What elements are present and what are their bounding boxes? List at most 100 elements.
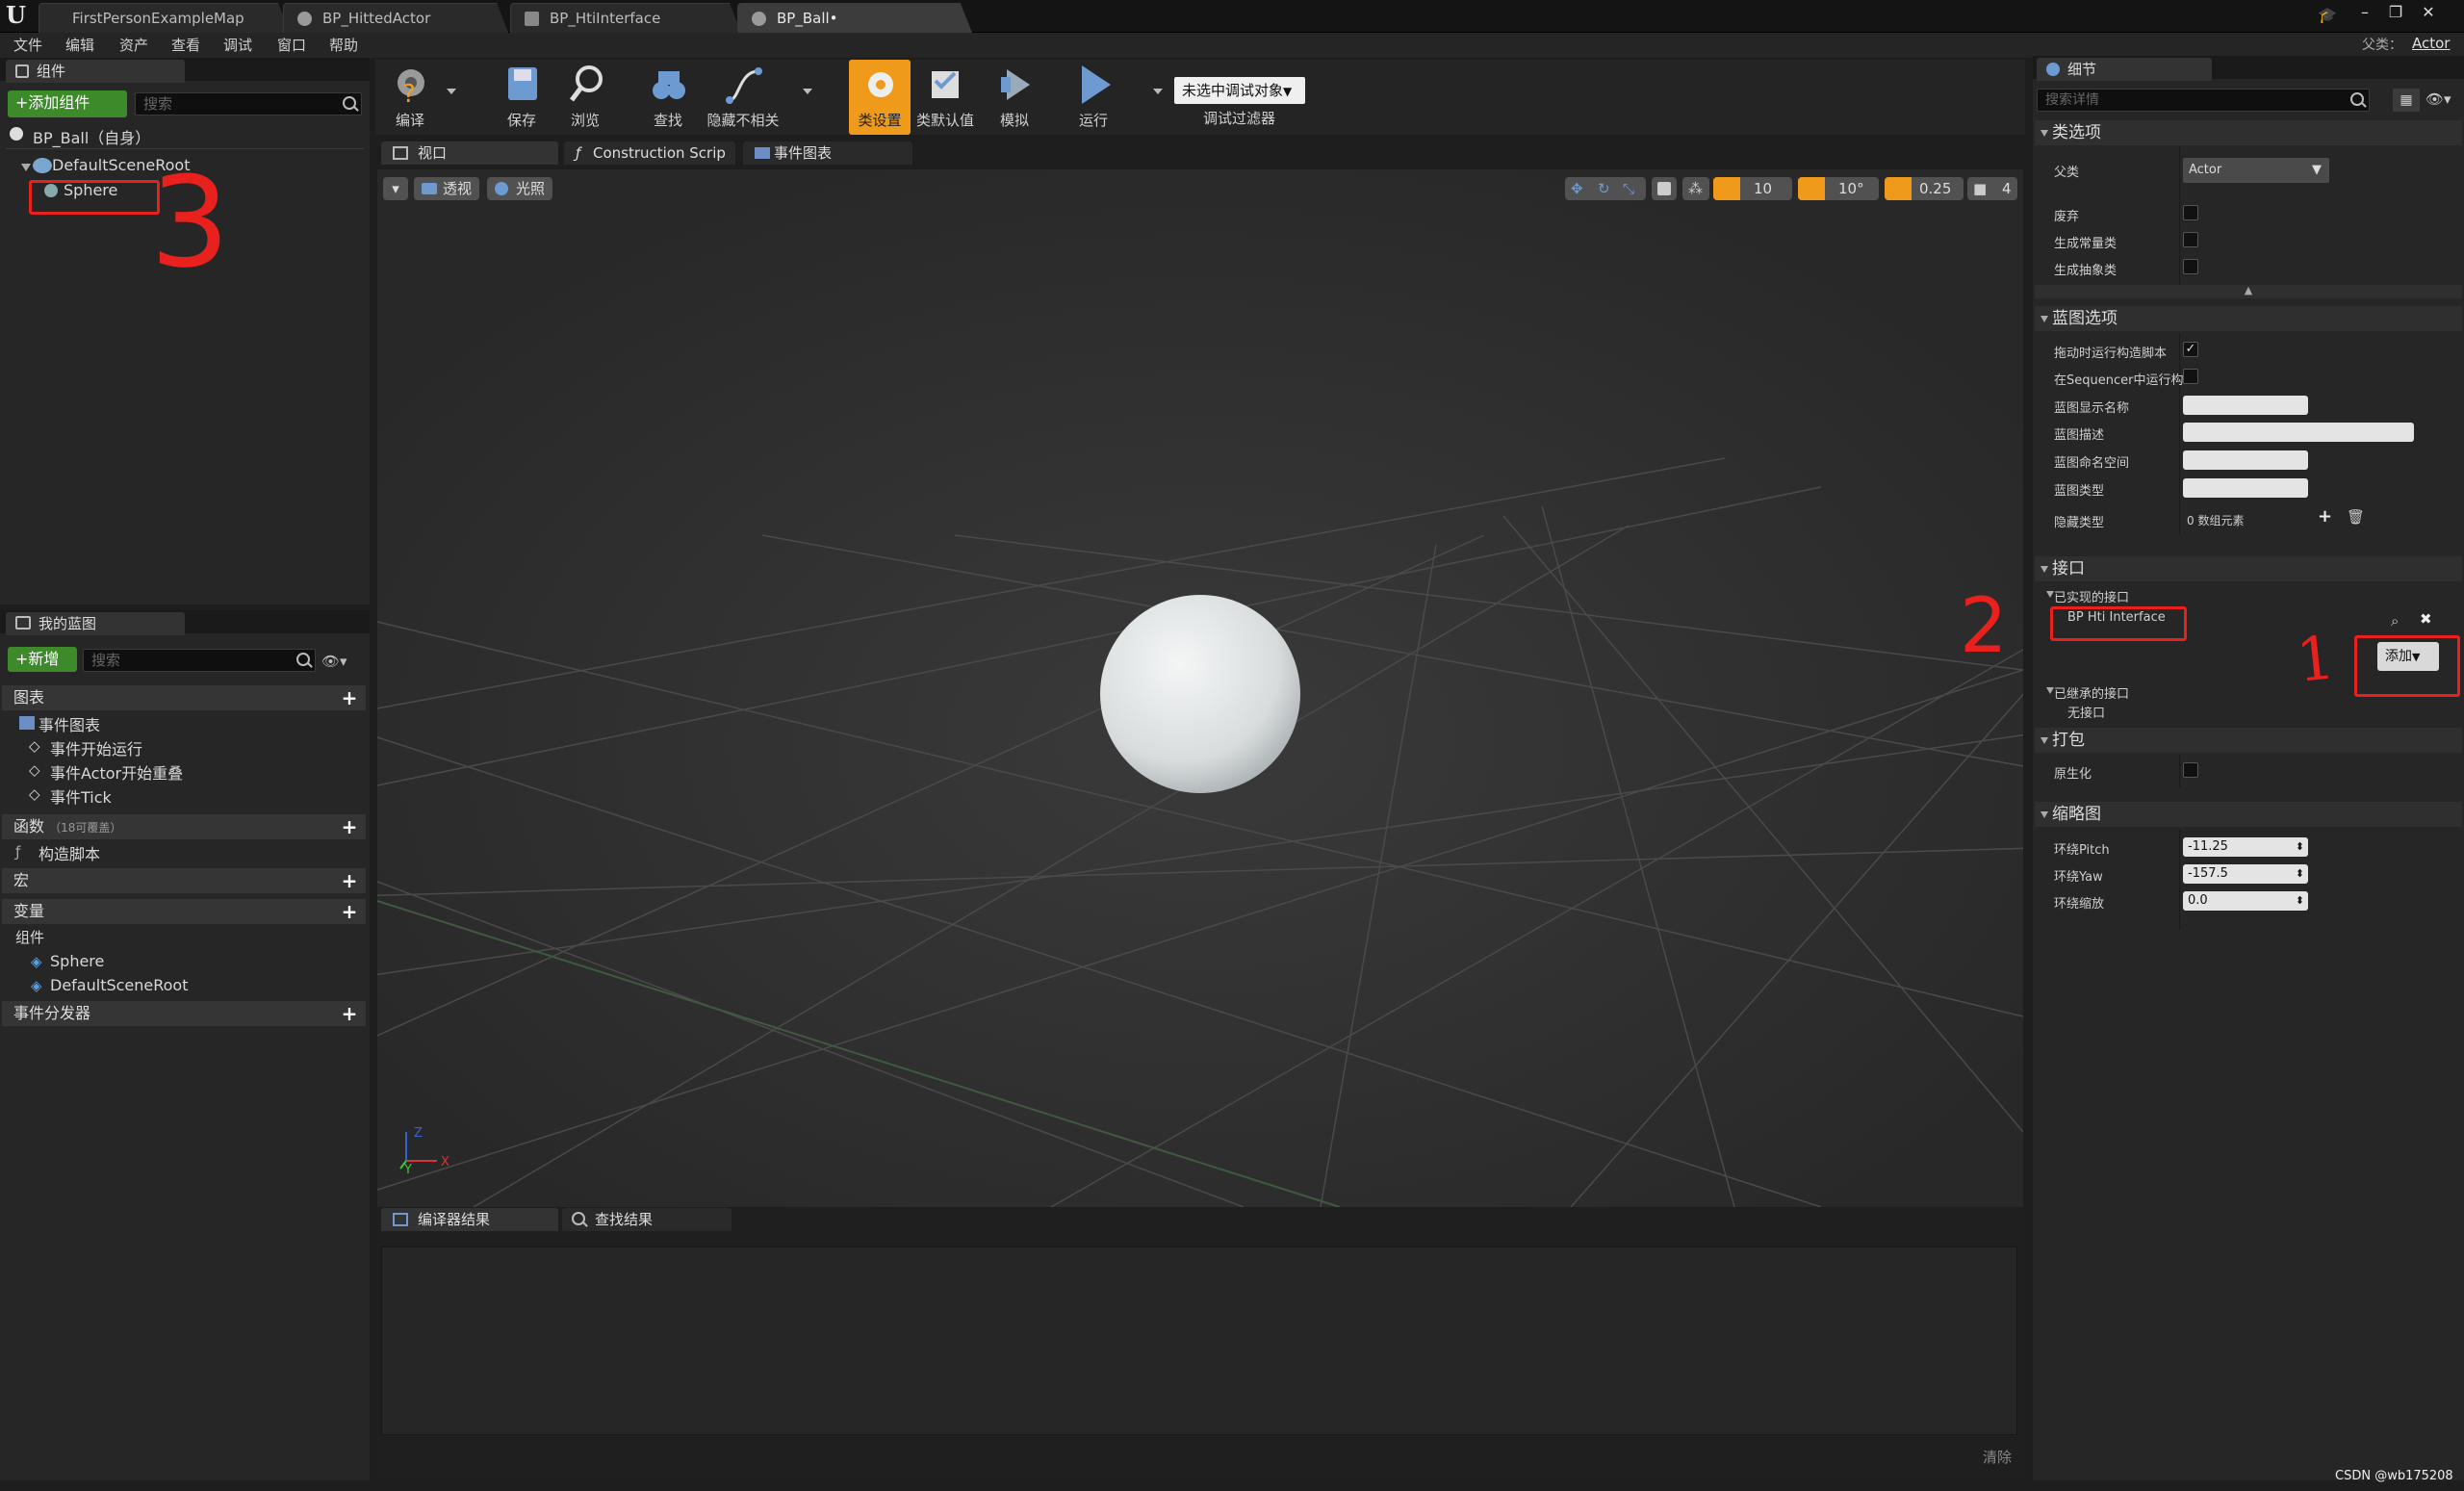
event-dispatchers-section[interactable]: 事件分发器 + [2,1001,366,1026]
expand-arrow-icon[interactable] [21,164,31,171]
event-actor-begin-overlap[interactable]: 事件Actor开始重叠 [50,760,183,784]
class-defaults-button[interactable]: 类默认值 [914,60,976,135]
remove-interface-icon[interactable]: ✖ [2420,610,2432,628]
perspective-button[interactable]: 透视 [414,177,479,200]
tab-details[interactable]: 细节 [2037,58,2212,81]
debug-object-dropdown[interactable]: 未选中调试对象▼ [1174,77,1305,104]
advanced-collapse-icon[interactable]: ▲ [2035,285,2462,298]
tab-event-graph[interactable]: 事件图表 [743,141,912,165]
macros-section[interactable]: 宏 + [2,868,366,893]
class-options-section[interactable]: 类选项 [2035,120,2462,145]
tab-first-person-map[interactable]: FirstPersonExampleMap [38,3,291,33]
add-macro-icon[interactable]: + [341,871,358,890]
graduation-cap-icon[interactable]: 🎓 [2318,6,2337,24]
add-component-button[interactable]: +添加组件 [8,90,127,117]
compile-dropdown-icon[interactable] [447,89,456,94]
tab-construction-script[interactable]: ƒ Construction Scrip [564,141,735,165]
nativize-checkbox[interactable] [2183,762,2198,778]
bp-namespace-input[interactable] [2183,450,2308,470]
rotation-snap-control[interactable]: 10° [1798,177,1879,200]
generate-abstract-checkbox[interactable] [2183,259,2198,274]
expand-arrow-icon[interactable] [2046,687,2054,694]
simulate-button[interactable]: 模拟 [984,60,1045,135]
run-construction-checkbox[interactable]: ✓ [2183,342,2198,357]
spin-arrows-icon[interactable]: ⬍ [2296,837,2304,857]
grid-snap-control[interactable]: 10 [1713,177,1792,200]
variables-section[interactable]: 变量 + [2,899,366,924]
run-in-sequencer-checkbox[interactable] [2183,369,2198,384]
tab-bp-hti-interface[interactable]: BP_HtiInterface [510,3,741,33]
find-button[interactable]: 查找 [637,60,699,135]
functions-section[interactable]: 函数 （18可覆盖） + [2,814,366,839]
self-root-label[interactable]: BP_Ball（自身） [33,125,150,148]
clear-button[interactable]: 清除 [1983,1447,2012,1467]
add-function-icon[interactable]: + [341,817,358,836]
grid-snap-icon[interactable] [1713,177,1740,200]
bp-type-input[interactable] [2183,478,2308,498]
lit-button[interactable]: 光照 [487,177,552,200]
graphs-section[interactable]: 图表 + [2,685,366,710]
add-graph-icon[interactable]: + [341,688,358,707]
add-dispatcher-icon[interactable]: + [341,1004,358,1023]
eye-icon[interactable]: 👁▾ [321,653,358,670]
play-dropdown-icon[interactable] [1153,89,1163,94]
world-local-toggle[interactable] [1652,177,1677,200]
close-icon[interactable]: ✕ [2416,2,2441,23]
menu-view[interactable]: 查看 [171,35,200,55]
blueprint-search-input[interactable]: 搜索 [83,649,316,672]
rotate-icon[interactable]: ↻ [1598,177,1610,200]
orbit-yaw-input[interactable]: -157.5 ⬍ [2183,864,2308,884]
menu-asset[interactable]: 资产 [119,35,148,55]
bp-description-input[interactable] [2183,423,2414,442]
rotation-snap-icon[interactable] [1798,177,1825,200]
add-element-icon[interactable]: + [2318,506,2332,527]
tab-viewport[interactable]: 视口 [381,141,558,165]
event-tick[interactable]: 事件Tick [50,784,112,808]
surface-snap-button[interactable]: ⁂ [1682,177,1709,200]
event-graph-item[interactable]: 事件图表 [38,712,100,735]
menu-debug[interactable]: 调试 [223,35,252,55]
viewport-options-dropdown[interactable]: ▾ [383,177,408,200]
menu-file[interactable]: 文件 [13,35,42,55]
scale-snap-icon[interactable] [1885,177,1912,200]
generate-const-checkbox[interactable] [2183,232,2198,247]
construction-script-item[interactable]: 构造脚本 [38,841,100,864]
camera-speed-control[interactable]: ■ 4 [1967,177,2017,200]
transform-tools[interactable]: ✥ ↻ ⤡ [1565,177,1646,200]
details-search-input[interactable]: 搜索详情 [2037,89,2370,112]
orbit-pitch-input[interactable]: -11.25 ⬍ [2183,837,2308,857]
parent-class-link[interactable]: Actor [2412,35,2450,52]
components-search-input[interactable]: 搜索 [135,92,362,116]
new-button[interactable]: +新增 [8,647,77,672]
play-button[interactable]: 运行 [1063,60,1124,135]
event-begin-play[interactable]: 事件开始运行 [50,736,142,759]
variable-sphere[interactable]: Sphere [50,952,104,970]
scale-icon[interactable]: ⤡ [1623,177,1634,200]
trash-icon[interactable]: 🗑 [2347,508,2365,526]
blueprint-options-section[interactable]: 蓝图选项 [2035,306,2462,331]
browse-button[interactable]: 浏览 [554,60,616,135]
save-button[interactable]: 保存 [491,60,552,135]
property-matrix-icon[interactable]: ▦ [2393,89,2420,112]
menu-window[interactable]: 窗口 [277,35,306,55]
scale-snap-control[interactable]: 0.25 [1885,177,1964,200]
tab-bp-hitted-actor[interactable]: BP_HittedActor [283,3,508,33]
add-variable-icon[interactable]: + [341,902,358,921]
hide-unrelated-dropdown-icon[interactable] [803,89,812,94]
minimize-icon[interactable]: – [2352,2,2377,23]
packaging-section[interactable]: 打包 [2035,728,2462,753]
interfaces-section[interactable]: 接口 [2035,556,2462,581]
variable-default-scene-root[interactable]: DefaultSceneRoot [50,976,189,994]
menu-help[interactable]: 帮助 [329,35,358,55]
tab-find-results[interactable]: 查找结果 [562,1208,732,1231]
tab-bp-ball[interactable]: BP_Ball• [737,3,972,33]
translate-icon[interactable]: ✥ [1571,177,1583,200]
expand-arrow-icon[interactable] [2046,591,2054,598]
tab-components[interactable]: 组件 [6,60,185,83]
viewport[interactable]: ▾ 透视 光照 ✥ ↻ ⤡ ⁂ 10 10° 0.25 ■ 4 X Y Z [377,169,2023,1207]
components-category[interactable]: 组件 [15,927,44,947]
view-options-eye-icon[interactable]: 👁▾ [2426,90,2460,110]
menu-edit[interactable]: 编辑 [65,35,94,55]
bp-display-name-input[interactable] [2183,396,2308,415]
compile-button[interactable]: ? 编译 [379,60,441,135]
